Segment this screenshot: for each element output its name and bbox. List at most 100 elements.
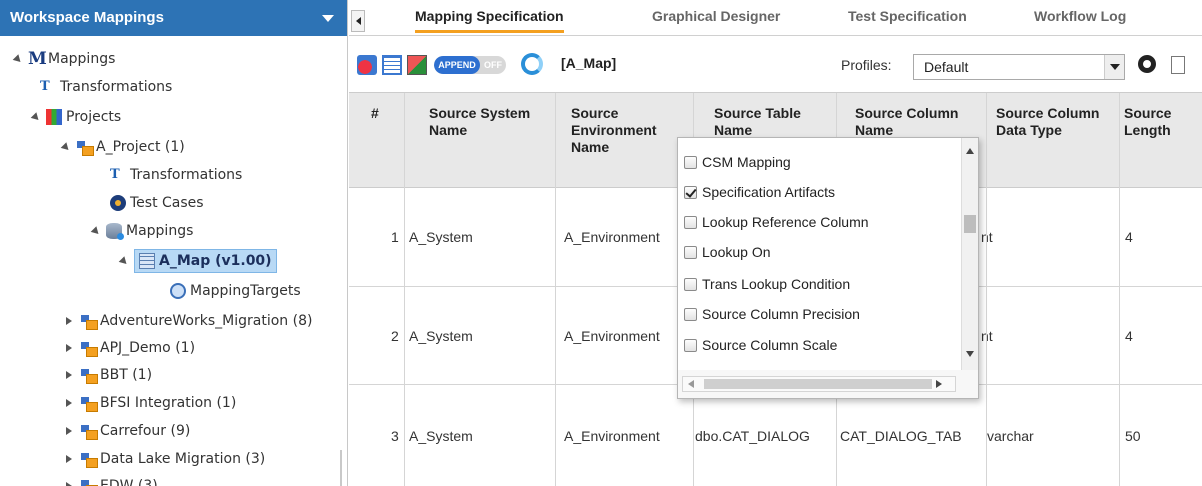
expand-arrow-icon[interactable] [90,225,102,237]
checkbox[interactable] [684,307,697,321]
expand-arrow-icon[interactable] [12,53,24,65]
tree-node-a-project[interactable]: A_Project (1) [60,136,185,158]
chevron-down-icon[interactable] [1104,55,1124,79]
tree-node-label: Carrefour (9) [100,423,191,439]
chevron-down-icon[interactable] [322,15,334,22]
tree-node-projects[interactable]: Projects [30,106,122,128]
column-option-csm-mapping[interactable]: CSM Mapping [684,152,791,172]
workspace-mappings-header[interactable]: Workspace Mappings [0,0,347,36]
collapsed-arrow-icon[interactable] [66,427,72,435]
collapsed-arrow-icon[interactable] [66,399,72,407]
expand-arrow-icon[interactable] [30,111,42,123]
scroll-down-icon[interactable] [966,351,974,357]
tree-node-bbt[interactable]: BBT (1) [66,364,152,386]
option-label: CSM Mapping [702,154,791,170]
tree-node-mappings[interactable]: Mappings [90,220,193,242]
column-header-source-environment[interactable]: Source Environment Name [571,105,681,156]
cell-length: 50 [1125,428,1141,444]
column-option-source-column-precision[interactable]: Source Column Precision [684,304,860,324]
option-label: Lookup Reference Column [702,214,869,230]
collapsed-arrow-icon[interactable] [66,344,72,352]
column-header-source-system[interactable]: Source System Name [429,105,549,139]
collapsed-arrow-icon[interactable] [66,371,72,379]
column-option-lookup-reference-column[interactable]: Lookup Reference Column [684,212,869,232]
collapsed-arrow-icon[interactable] [66,455,72,463]
option-label: Source Column Precision [702,306,860,322]
cell-number: 2 [391,328,399,344]
tool-mapping-icon[interactable] [357,55,377,75]
checkbox[interactable] [684,245,697,259]
scroll-thumb[interactable] [704,379,932,389]
horizontal-scrollbar[interactable] [678,370,978,398]
column-header-number[interactable]: # [371,105,379,122]
project-icon [80,451,98,468]
checkbox[interactable] [684,155,697,169]
gear-icon[interactable] [1138,55,1156,73]
tree-node-test-cases[interactable]: Test Cases [110,192,204,214]
tree-node-transformations[interactable]: T Transformations [40,76,172,98]
append-toggle[interactable]: APPEND OFF [434,56,506,74]
option-label: Trans Lookup Condition [702,276,851,292]
column-divider [1119,93,1120,486]
document-icon[interactable] [1171,56,1185,74]
column-header-source-length[interactable]: Source Length [1124,105,1202,139]
tool-list-icon[interactable] [382,55,402,75]
table-row[interactable]: 3 A_System A_Environment dbo.CAT_DIALOG … [349,386,1202,486]
checkbox[interactable] [684,215,697,229]
tree-node-data-lake[interactable]: Data Lake Migration (3) [66,448,265,470]
column-header-source-column[interactable]: Source Column Name [855,105,985,139]
column-option-source-column-scale[interactable]: Source Column Scale [684,335,837,355]
tree-node-mappings-root[interactable]: M Mappings [12,48,115,70]
cell-source-column: CAT_DIALOG_TAB [840,428,962,444]
column-option-lookup-on[interactable]: Lookup On [684,242,771,262]
collapse-panel-button[interactable] [351,10,365,32]
column-divider [404,93,405,486]
column-header-source-data-type[interactable]: Source Column Data Type [996,105,1121,139]
tree-node-bfsi[interactable]: BFSI Integration (1) [66,392,236,414]
profiles-select[interactable]: Default [913,54,1125,80]
checkbox-checked[interactable] [684,185,697,199]
tool-export-icon[interactable] [407,55,427,75]
tree-node-adventureworks[interactable]: AdventureWorks_Migration (8) [66,310,312,332]
tree-node-project-transformations[interactable]: T Transformations [110,164,242,186]
panel-title: Workspace Mappings [10,9,164,26]
vertical-scrollbar[interactable] [961,138,978,371]
scroll-right-icon[interactable] [936,380,942,388]
tab-graphical-designer[interactable]: Graphical Designer [652,8,780,24]
cell-number: 1 [391,229,399,245]
mappings-db-icon [106,223,124,240]
column-header-source-table[interactable]: Source Table Name [714,105,834,139]
tree-node-carrefour[interactable]: Carrefour (9) [66,420,190,442]
tree-node-label: Projects [66,109,122,125]
column-option-trans-lookup-condition[interactable]: Trans Lookup Condition [684,274,850,294]
tree-node-label: BFSI Integration (1) [100,395,237,411]
profiles-selected-value: Default [924,59,969,75]
selected-node[interactable]: A_Map (v1.00) [134,249,277,273]
mapping-toolbar: APPEND OFF [A_Map] Profiles: Default [349,50,1202,90]
collapsed-arrow-icon[interactable] [66,482,72,486]
tab-bar: Mapping Specification Graphical Designer… [349,0,1202,36]
collapsed-arrow-icon[interactable] [66,317,72,325]
project-icon [80,313,98,330]
tab-workflow-log[interactable]: Workflow Log [1034,8,1126,24]
checkbox[interactable] [684,277,697,291]
column-chooser-popup[interactable]: CSM Mapping Specification Artifacts Look… [677,137,979,399]
scroll-thumb[interactable] [964,215,976,233]
tab-test-specification[interactable]: Test Specification [848,8,967,24]
expand-arrow-icon[interactable] [118,255,130,267]
refresh-icon[interactable] [521,53,543,75]
tree-node-apj-demo[interactable]: APJ_Demo (1) [66,337,195,359]
project-icon [80,423,98,440]
scroll-up-icon[interactable] [966,148,974,154]
tab-mapping-specification[interactable]: Mapping Specification [415,8,564,33]
scroll-left-icon[interactable] [688,380,694,388]
expand-arrow-icon[interactable] [60,141,72,153]
sidebar-scrollbar[interactable] [340,450,342,486]
checkbox[interactable] [684,338,697,352]
tree-node-edw[interactable]: EDW (3) [66,475,158,486]
tree-node-a-map[interactable]: A_Map (v1.00) [118,249,277,273]
option-label: Source Column Scale [702,337,838,353]
column-option-specification-artifacts[interactable]: Specification Artifacts [684,182,835,202]
tree-node-mapping-targets[interactable]: MappingTargets [170,280,301,302]
cell-number: 3 [391,428,399,444]
